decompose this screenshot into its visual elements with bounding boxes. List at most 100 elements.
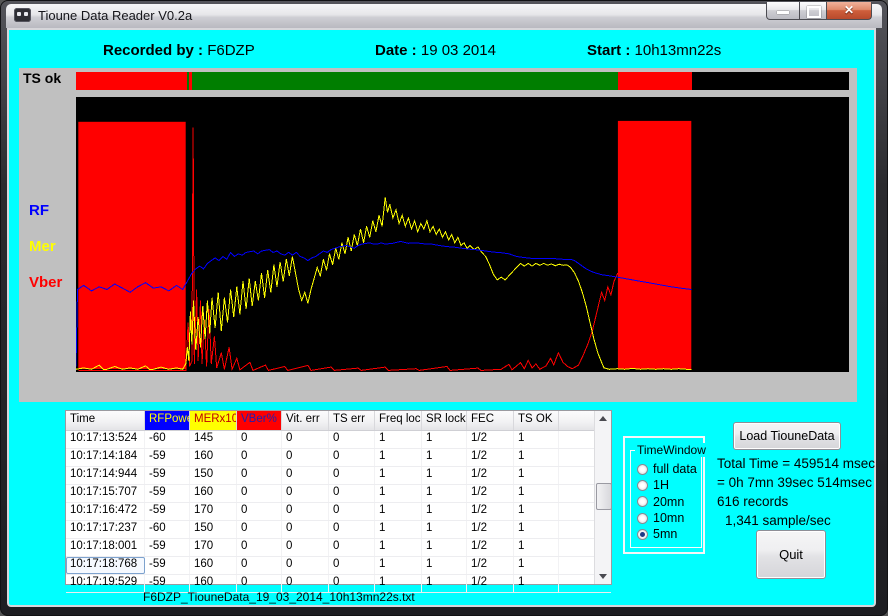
title-bar[interactable]: Tioune Data Reader V0.2a <box>6 4 882 28</box>
column-header-vit-err[interactable]: Vit. err <box>282 411 329 430</box>
table-cell[interactable]: 1 <box>422 503 467 520</box>
table-cell[interactable]: -59 <box>145 539 190 556</box>
table-cell[interactable]: 10:17:16:472 <box>66 503 145 520</box>
column-header-time[interactable]: Time <box>66 411 145 430</box>
table-cell[interactable]: 1 <box>375 467 422 484</box>
radio-icon[interactable] <box>637 529 648 540</box>
table-cell[interactable]: 10:17:14:184 <box>66 449 145 466</box>
table-cell[interactable]: 1 <box>514 539 559 556</box>
table-cell[interactable]: 1/2 <box>467 485 514 502</box>
load-tiounedata-button[interactable]: Load TiouneData <box>733 422 841 450</box>
table-cell[interactable]: 1 <box>422 521 467 538</box>
table-cell[interactable]: 0 <box>329 557 375 574</box>
table-cell[interactable]: 1/2 <box>467 503 514 520</box>
table-cell[interactable]: 0 <box>282 503 329 520</box>
table-cell[interactable]: 0 <box>237 539 282 556</box>
time-window-option-full-data[interactable]: full data <box>637 461 697 477</box>
table-cell[interactable]: 1 <box>422 485 467 502</box>
table-cell[interactable]: 1 <box>375 521 422 538</box>
column-header-ts-err[interactable]: TS err <box>329 411 375 430</box>
radio-icon[interactable] <box>637 464 648 475</box>
table-cell[interactable]: 0 <box>237 449 282 466</box>
minimize-button[interactable] <box>766 2 800 20</box>
table-cell[interactable]: 0 <box>237 521 282 538</box>
table-cell[interactable]: 170 <box>190 539 237 556</box>
table-cell[interactable]: 0 <box>237 503 282 520</box>
table-cell[interactable]: 0 <box>329 521 375 538</box>
column-header-fec[interactable]: FEC <box>467 411 514 430</box>
table-cell[interactable]: 1 <box>375 449 422 466</box>
table-cell[interactable]: 1 <box>514 521 559 538</box>
radio-icon[interactable] <box>637 496 648 507</box>
table-cell[interactable]: 1/2 <box>467 539 514 556</box>
table-cell[interactable]: 1 <box>514 557 559 574</box>
table-cell[interactable]: 150 <box>190 467 237 484</box>
table-cell[interactable]: 1/2 <box>467 521 514 538</box>
table-cell[interactable]: 10:17:18:001 <box>66 539 145 556</box>
table-row[interactable]: 10:17:17:237-60150000111/21 <box>66 521 611 539</box>
table-cell[interactable]: 1 <box>422 467 467 484</box>
table-cell[interactable]: 0 <box>282 449 329 466</box>
table-cell[interactable]: 1 <box>514 467 559 484</box>
table-cell[interactable]: 0 <box>282 485 329 502</box>
table-scrollbar[interactable] <box>594 411 611 584</box>
table-row[interactable]: 10:17:16:472-59170000111/21 <box>66 503 611 521</box>
close-button[interactable]: ✕ <box>826 2 872 20</box>
scrollbar-thumb[interactable] <box>596 483 612 510</box>
column-header-ts-ok[interactable]: TS OK <box>514 411 559 430</box>
time-window-option-5mn[interactable]: 5mn <box>637 526 697 542</box>
table-cell[interactable]: 1 <box>514 503 559 520</box>
table-cell[interactable]: 1/2 <box>467 557 514 574</box>
table-cell[interactable]: -59 <box>145 503 190 520</box>
table-cell[interactable]: -59 <box>145 449 190 466</box>
table-cell[interactable]: 0 <box>329 539 375 556</box>
table-row[interactable]: 10:17:13:524-60145000111/21 <box>66 431 611 449</box>
table-cell[interactable]: 1 <box>514 431 559 448</box>
table-cell[interactable]: -59 <box>145 467 190 484</box>
table-cell[interactable]: 1 <box>514 485 559 502</box>
column-header-sr-lock[interactable]: SR lock <box>422 411 467 430</box>
table-cell[interactable]: 1/2 <box>467 467 514 484</box>
table-cell[interactable]: 0 <box>282 467 329 484</box>
table-cell[interactable]: 150 <box>190 521 237 538</box>
table-cell[interactable]: 1 <box>422 539 467 556</box>
column-header-merx10[interactable]: MERx10 <box>190 411 237 430</box>
table-row[interactable]: 10:17:14:184-59160000111/21 <box>66 449 611 467</box>
table-cell[interactable]: 0 <box>237 485 282 502</box>
table-cell[interactable]: 1 <box>422 431 467 448</box>
table-cell[interactable]: 170 <box>190 503 237 520</box>
table-cell[interactable]: 1 <box>375 485 422 502</box>
table-cell[interactable]: 0 <box>329 449 375 466</box>
table-cell[interactable]: 10:17:18:768 <box>66 557 145 574</box>
table-cell[interactable]: 160 <box>190 485 237 502</box>
table-cell[interactable]: 10:17:15:707 <box>66 485 145 502</box>
table-cell[interactable]: 0 <box>237 557 282 574</box>
table-cell[interactable]: 1 <box>422 575 467 592</box>
table-cell[interactable]: 0 <box>282 431 329 448</box>
table-row[interactable]: 10:17:15:707-59160000111/21 <box>66 485 611 503</box>
table-cell[interactable]: 10:17:19:529 <box>66 575 145 592</box>
table-cell[interactable]: 0 <box>237 431 282 448</box>
column-header-freq-lock[interactable]: Freq lock <box>375 411 422 430</box>
table-cell[interactable]: 1 <box>514 575 559 592</box>
table-cell[interactable]: 1 <box>375 431 422 448</box>
column-header-vber-[interactable]: VBer% <box>237 411 282 430</box>
table-cell[interactable]: -59 <box>145 557 190 574</box>
column-header-rfpower[interactable]: RFPower <box>145 411 190 430</box>
table-cell[interactable]: 1/2 <box>467 575 514 592</box>
table-cell[interactable]: 1 <box>422 557 467 574</box>
table-cell[interactable]: 0 <box>329 431 375 448</box>
table-row[interactable]: 10:17:18:768-59160000111/21 <box>66 557 611 575</box>
table-row[interactable]: 10:17:14:944-59150000111/21 <box>66 467 611 485</box>
radio-icon[interactable] <box>637 513 648 524</box>
table-cell[interactable]: 1 <box>422 449 467 466</box>
radio-icon[interactable] <box>637 480 648 491</box>
time-window-option-1H[interactable]: 1H <box>637 477 697 493</box>
table-cell[interactable]: 1 <box>375 557 422 574</box>
scroll-up-icon[interactable] <box>595 411 611 427</box>
table-cell[interactable]: -60 <box>145 521 190 538</box>
table-cell[interactable]: 1/2 <box>467 431 514 448</box>
table-cell[interactable]: 160 <box>190 557 237 574</box>
scroll-down-icon[interactable] <box>595 568 611 584</box>
time-window-option-20mn[interactable]: 20mn <box>637 494 697 510</box>
